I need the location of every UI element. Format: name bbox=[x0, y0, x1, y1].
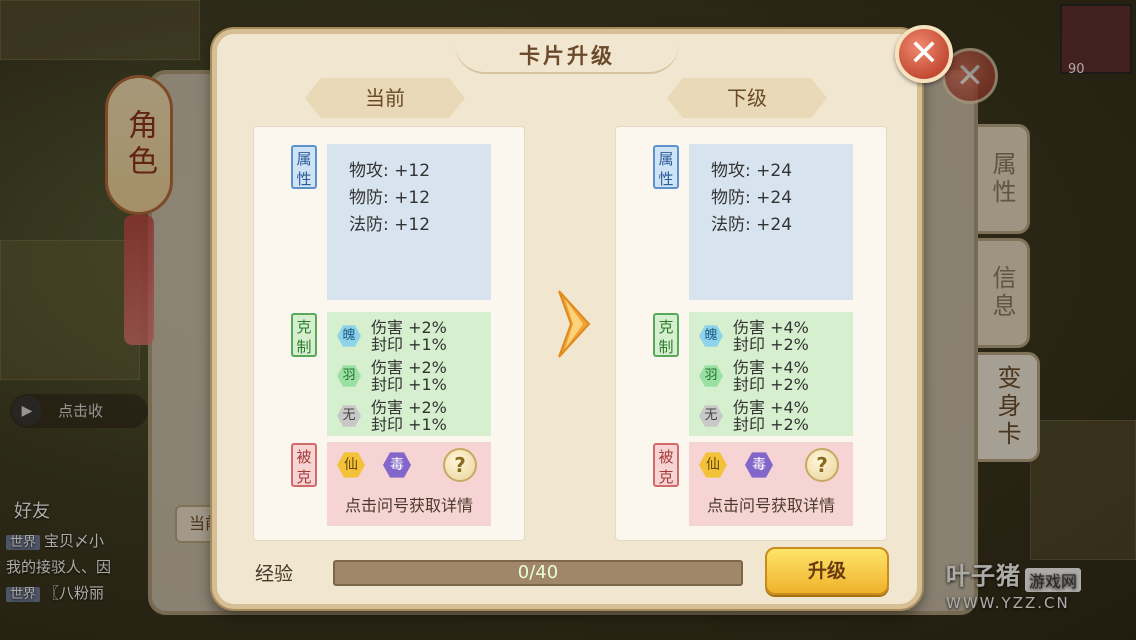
card-upgrade-dialog: 卡片升级 ✕ 当前 下级 属性 物攻: +12 物防: +12 法防: +12 … bbox=[212, 25, 953, 609]
soul-icon: 魄 bbox=[699, 325, 723, 347]
attr-magic-defense: 法防: +12 bbox=[349, 215, 431, 235]
weakness-label: 被克 bbox=[653, 443, 679, 487]
counter-label: 克制 bbox=[291, 313, 317, 357]
next-header: 下级 bbox=[667, 78, 827, 118]
counter-row: 无 伤害 +4% 封印 +2% bbox=[699, 396, 843, 436]
attribute-label: 属性 bbox=[653, 145, 679, 189]
feather-icon: 羽 bbox=[337, 365, 361, 387]
help-icon[interactable]: ? bbox=[443, 448, 477, 482]
counter-row: 羽 伤害 +2% 封印 +1% bbox=[337, 356, 481, 396]
weakness-label: 被克 bbox=[291, 443, 317, 487]
counter-row: 无 伤害 +2% 封印 +1% bbox=[337, 396, 481, 436]
poison-icon: 毒 bbox=[383, 452, 411, 478]
attr-phys-defense: 物防: +12 bbox=[349, 188, 431, 208]
help-icon[interactable]: ? bbox=[805, 448, 839, 482]
help-hint: 点击问号获取详情 bbox=[706, 496, 835, 515]
soul-icon: 魄 bbox=[337, 325, 361, 347]
attribute-box: 物攻: +24 物防: +24 法防: +24 bbox=[689, 144, 853, 300]
immortal-icon: 仙 bbox=[337, 452, 365, 478]
counter-label: 克制 bbox=[653, 313, 679, 357]
poison-icon: 毒 bbox=[745, 452, 773, 478]
attr-phys-attack: 物攻: +12 bbox=[349, 161, 431, 181]
attr-magic-defense: 法防: +24 bbox=[711, 215, 793, 235]
immortal-icon: 仙 bbox=[699, 452, 727, 478]
counter-box: 魄 伤害 +2% 封印 +1% 羽 伤害 +2% 封印 +1% 无 伤害 +2% 封印… bbox=[327, 312, 491, 436]
attr-phys-attack: 物攻: +24 bbox=[711, 161, 793, 181]
upgrade-button[interactable]: 升级 bbox=[765, 547, 889, 595]
next-card-panel: 属性 物攻: +24 物防: +24 法防: +24 克制 魄 伤害 +4% 封印… bbox=[615, 126, 887, 541]
experience-value: 0/40 bbox=[517, 562, 559, 583]
current-card-panel: 属性 物攻: +12 物防: +12 法防: +12 克制 魄 伤害 +2% 封印… bbox=[253, 126, 525, 541]
weakness-box: 仙 毒 ? 点击问号获取详情 bbox=[327, 442, 491, 526]
close-icon[interactable]: ✕ bbox=[895, 25, 953, 83]
dialog-title: 卡片升级 bbox=[519, 44, 615, 68]
feather-icon: 羽 bbox=[699, 365, 723, 387]
counter-box: 魄 伤害 +4% 封印 +2% 羽 伤害 +4% 封印 +2% 无 伤害 +4% 封印… bbox=[689, 312, 853, 436]
help-hint: 点击问号获取详情 bbox=[344, 496, 473, 515]
attribute-label: 属性 bbox=[291, 145, 317, 189]
arrow-right-icon bbox=[558, 290, 591, 358]
experience-label: 经验 bbox=[255, 563, 294, 585]
attribute-box: 物攻: +12 物防: +12 法防: +12 bbox=[327, 144, 491, 300]
weakness-box: 仙 毒 ? 点击问号获取详情 bbox=[689, 442, 853, 526]
counter-row: 魄 伤害 +4% 封印 +2% bbox=[699, 316, 843, 356]
counter-row: 魄 伤害 +2% 封印 +1% bbox=[337, 316, 481, 356]
counter-row: 羽 伤害 +4% 封印 +2% bbox=[699, 356, 843, 396]
attr-phys-defense: 物防: +24 bbox=[711, 188, 793, 208]
none-icon: 无 bbox=[699, 405, 723, 427]
none-icon: 无 bbox=[337, 405, 361, 427]
experience-bar: 0/40 bbox=[333, 560, 743, 586]
current-header: 当前 bbox=[305, 78, 465, 118]
